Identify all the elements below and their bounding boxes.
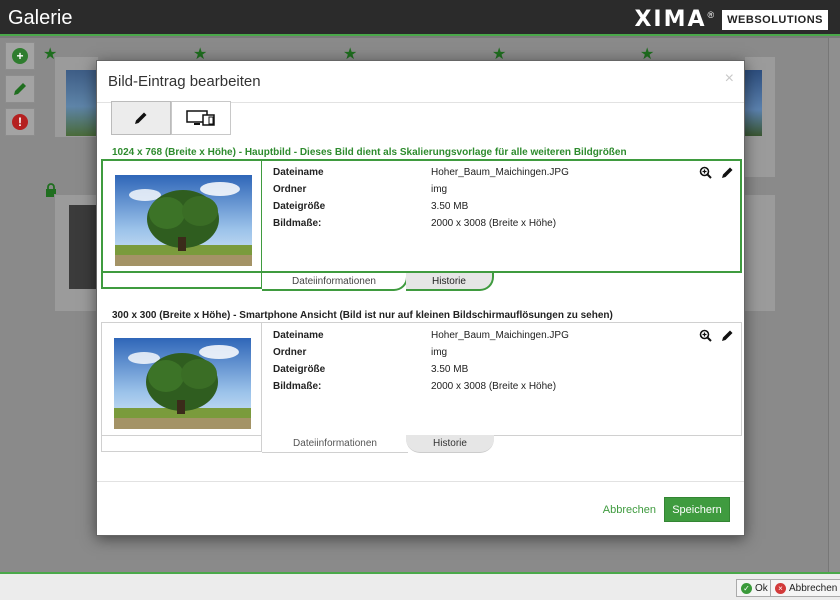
tab-responsive[interactable]: [171, 101, 231, 135]
add-button[interactable]: +: [5, 42, 35, 70]
check-icon: ✓: [741, 582, 752, 594]
cancel-label: Abbrechen: [789, 582, 838, 594]
tab-history[interactable]: Historie: [406, 435, 494, 453]
ok-button[interactable]: ✓ Ok: [736, 579, 773, 597]
tree-image[interactable]: [114, 338, 251, 429]
gallery-thumbnail: [66, 70, 96, 136]
info-row-filesize: Dateigröße 3.50 MB: [273, 201, 469, 212]
thumbnail-cell: [101, 159, 262, 289]
info-row-filename: Dateiname Hoher_Baum_Maichingen.JPG: [273, 167, 569, 178]
info-row-dimensions: Bildmaße: 2000 x 3008 (Breite x Höhe): [273, 381, 557, 392]
info-row-filename: Dateiname Hoher_Baum_Maichingen.JPG: [273, 330, 569, 341]
entry-subtabs: Dateiinformationen Historie: [262, 435, 494, 453]
pencil-icon[interactable]: [721, 329, 734, 342]
bottom-toolbar: ✓ Ok × Abbrechen: [0, 572, 840, 600]
entry-actions: [699, 329, 734, 342]
gallery-thumbnail: [744, 70, 762, 136]
info-row-folder: Ordner img: [273, 347, 448, 358]
cancel-icon: ×: [775, 582, 786, 594]
view-tabs: [111, 101, 231, 135]
dialog-title: Bild-Eintrag bearbeiten: [108, 73, 261, 90]
dialog-footer: Abbrechen Speichern: [97, 481, 744, 537]
gallery-card[interactable]: [744, 194, 776, 312]
alert-button[interactable]: !: [5, 108, 35, 136]
tab-edit[interactable]: [111, 101, 171, 135]
info-row-filesize: Dateigröße 3.50 MB: [273, 364, 469, 375]
cancel-button[interactable]: Abbrechen: [603, 504, 656, 516]
info-row-dimensions: Bildmaße: 2000 x 3008 (Breite x Höhe): [273, 218, 557, 229]
cancel-button[interactable]: × Abbrechen: [770, 579, 840, 597]
zoom-in-icon[interactable]: [699, 166, 712, 179]
edit-image-dialog: Bild-Eintrag bearbeiten × 1024 x 768 (Br…: [96, 60, 745, 536]
pencil-icon: [135, 112, 147, 124]
page-title: Galerie: [8, 7, 73, 29]
image-placeholder-icon: [69, 205, 99, 289]
tab-file-info[interactable]: Dateiinformationen: [262, 273, 408, 291]
dialog-header: Bild-Eintrag bearbeiten ×: [97, 61, 744, 103]
ok-label: Ok: [755, 582, 768, 594]
page-scrollbar[interactable]: [828, 38, 840, 572]
pencil-icon[interactable]: [721, 166, 734, 179]
plus-icon: +: [12, 48, 28, 64]
pencil-icon: [14, 83, 26, 95]
close-icon[interactable]: ×: [725, 70, 734, 88]
tree-image[interactable]: [115, 175, 252, 266]
entry-label-smartphone: 300 x 300 (Breite x Höhe) - Smartphone A…: [112, 310, 613, 321]
devices-icon: [186, 110, 215, 126]
thumbnail-cell: [101, 322, 262, 452]
app-header: Galerie XIMA ® WEBSOLUTIONS: [0, 0, 840, 36]
edit-button[interactable]: [5, 75, 35, 103]
tab-history[interactable]: Historie: [406, 273, 494, 291]
brand-name: XIMA: [634, 7, 707, 32]
exclamation-icon: !: [12, 114, 28, 130]
entry-actions: [699, 166, 734, 179]
save-button[interactable]: Speichern: [664, 497, 730, 522]
brand-registered-mark: ®: [707, 9, 715, 20]
brand-logo: XIMA ® WEBSOLUTIONS: [634, 7, 828, 32]
entry-label-main: 1024 x 768 (Breite x Höhe) - Hauptbild -…: [112, 147, 627, 158]
info-row-folder: Ordner img: [273, 184, 448, 195]
zoom-in-icon[interactable]: [699, 329, 712, 342]
tab-file-info[interactable]: Dateiinformationen: [262, 435, 408, 453]
brand-subtitle: WEBSOLUTIONS: [722, 9, 828, 30]
entry-subtabs: Dateiinformationen Historie: [262, 273, 494, 291]
